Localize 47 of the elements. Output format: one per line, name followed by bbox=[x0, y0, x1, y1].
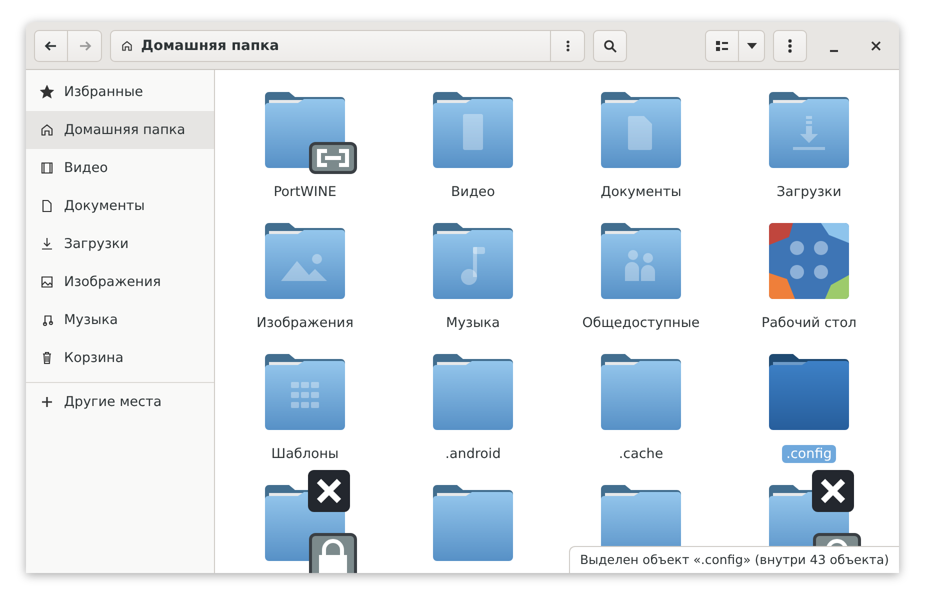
star-icon bbox=[40, 85, 54, 99]
sidebar-item[interactable]: Другие места bbox=[26, 383, 214, 421]
sidebar-item[interactable]: Домашняя папка bbox=[26, 111, 214, 149]
sidebar-item[interactable]: Избранные bbox=[26, 73, 214, 111]
file-name: Загрузки bbox=[776, 183, 842, 201]
home-icon bbox=[121, 40, 133, 52]
view-mode-button[interactable] bbox=[705, 30, 739, 62]
list-view-icon bbox=[715, 40, 729, 52]
more-icon bbox=[788, 38, 792, 54]
download-icon bbox=[40, 237, 54, 251]
file-name: Документы bbox=[600, 183, 682, 201]
file-name: Изображения bbox=[256, 314, 354, 332]
search-icon bbox=[603, 38, 617, 52]
image-icon bbox=[40, 275, 54, 289]
trash-icon bbox=[40, 351, 54, 365]
music-icon bbox=[40, 313, 54, 327]
file-name: PortWINE bbox=[272, 183, 338, 201]
back-arrow-icon bbox=[44, 38, 58, 52]
file-name: .android bbox=[444, 445, 502, 463]
close-icon bbox=[871, 40, 881, 50]
file-name: .cache bbox=[618, 445, 664, 463]
file-name: Шаблоны bbox=[270, 445, 340, 463]
sidebar-item[interactable]: Изображения bbox=[26, 263, 214, 301]
sidebar-item[interactable]: Музыка bbox=[26, 301, 214, 339]
sidebar-item[interactable]: Загрузки bbox=[26, 225, 214, 263]
file-name: Музыка bbox=[445, 314, 501, 332]
minimize-icon bbox=[829, 50, 839, 52]
file-name: .config bbox=[782, 445, 836, 463]
home-icon bbox=[40, 123, 54, 137]
sidebar-item[interactable]: Корзина bbox=[26, 339, 214, 377]
document-icon bbox=[40, 199, 54, 213]
path-button[interactable]: Домашняя папка bbox=[110, 30, 551, 62]
file-name: Видео bbox=[450, 183, 496, 201]
more-icon bbox=[566, 38, 570, 52]
file-name: Общедоступные bbox=[581, 314, 701, 332]
video-icon bbox=[40, 161, 54, 175]
back-button[interactable] bbox=[34, 30, 68, 62]
view-options-button[interactable] bbox=[739, 30, 765, 62]
menu-button[interactable] bbox=[773, 30, 807, 62]
sidebar-item[interactable]: Видео bbox=[26, 149, 214, 187]
status-toast: Выделен объект «.config» (внутри 43 объекта) bbox=[568, 546, 899, 573]
forward-arrow-icon bbox=[78, 38, 92, 52]
plus-icon bbox=[40, 395, 54, 409]
caret-icon bbox=[746, 42, 756, 48]
file-name: Рабочий стол bbox=[760, 314, 858, 332]
search-button[interactable] bbox=[593, 30, 627, 62]
sidebar-item[interactable]: Документы bbox=[26, 187, 214, 225]
